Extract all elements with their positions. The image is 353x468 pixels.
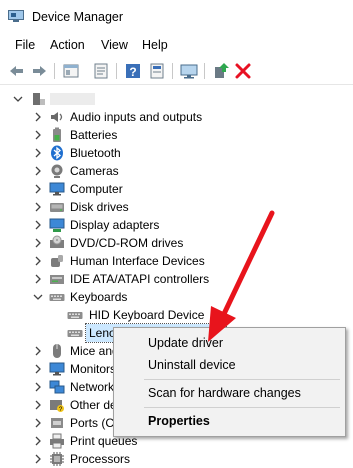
chevron-right-icon[interactable]: [33, 432, 43, 450]
context-update-driver[interactable]: Update driver: [148, 336, 223, 350]
tree-category[interactable]: Processors: [0, 450, 300, 468]
speaker-icon: [49, 109, 65, 125]
window-title: Device Manager: [32, 10, 124, 24]
context-scan-hardware[interactable]: Scan for hardware changes: [148, 386, 301, 400]
toolbar-separator: [54, 63, 55, 79]
menu-file[interactable]: File: [15, 38, 35, 52]
tree-device[interactable]: HID Keyboard Device: [0, 306, 300, 324]
tree-category-label: Audio inputs and outputs: [70, 110, 203, 124]
other-devices-icon: ?: [49, 397, 65, 413]
tree-device-label: HID Keyboard Device: [89, 308, 205, 322]
enable-device-icon[interactable]: [212, 62, 230, 80]
device-manager-app-icon: [8, 10, 24, 23]
title-bar: Device Manager: [0, 0, 353, 32]
tree-category-label: IDE ATA/ATAPI controllers: [70, 272, 210, 286]
menu-view[interactable]: View: [101, 38, 128, 52]
tree-category-label: Display adapters: [70, 218, 160, 232]
chevron-right-icon[interactable]: [33, 342, 43, 360]
tree-category-expanded[interactable]: Keyboards: [0, 288, 300, 306]
tree-root-label: [50, 93, 95, 105]
toolbar-separator: [204, 63, 205, 79]
printer-icon: [49, 433, 65, 449]
menu-help[interactable]: Help: [142, 38, 168, 52]
uninstall-x-icon[interactable]: [234, 62, 252, 80]
chevron-right-icon[interactable]: [33, 450, 43, 468]
tree-category-label: Human Interface Devices: [70, 254, 205, 268]
tree-category[interactable]: Audio inputs and outputs: [0, 108, 300, 126]
disk-icon: [49, 199, 65, 215]
toolbar: ?: [0, 58, 353, 85]
chevron-right-icon[interactable]: [33, 198, 43, 216]
menu-action[interactable]: Action: [50, 38, 85, 52]
tree-category[interactable]: Cameras: [0, 162, 300, 180]
keyboard-icon: [67, 307, 83, 323]
tree-category[interactable]: Bluetooth: [0, 144, 300, 162]
mouse-icon: [49, 343, 65, 359]
context-separator: [144, 379, 340, 380]
display-adapter-icon: [49, 217, 65, 233]
forward-icon[interactable]: [30, 62, 48, 80]
port-icon: [49, 415, 65, 431]
network-icon: [49, 379, 65, 395]
tree-category-label: Cameras: [70, 164, 119, 178]
tree-category[interactable]: Batteries: [0, 126, 300, 144]
tree-category[interactable]: Human Interface Devices: [0, 252, 300, 270]
chevron-right-icon[interactable]: [33, 378, 43, 396]
keyboard-icon: [67, 325, 83, 341]
chevron-right-icon[interactable]: [33, 162, 43, 180]
back-icon[interactable]: [8, 62, 26, 80]
chevron-right-icon[interactable]: [33, 108, 43, 126]
scan-icon[interactable]: [148, 62, 166, 80]
tree-category[interactable]: Disk drives: [0, 198, 300, 216]
help-icon[interactable]: ?: [124, 62, 142, 80]
camera-icon: [49, 163, 65, 179]
ide-icon: [49, 271, 65, 287]
chevron-right-icon[interactable]: [33, 126, 43, 144]
hid-icon: [49, 253, 65, 269]
tree-category-label: Monitors: [70, 362, 117, 376]
toolbar-separator: [116, 63, 117, 79]
tree-category-label: DVD/CD-ROM drives: [70, 236, 184, 250]
tree-category-label: Batteries: [70, 128, 118, 142]
bluetooth-icon: [49, 145, 65, 161]
tree-category-label: Disk drives: [70, 200, 129, 214]
properties-icon[interactable]: [62, 62, 80, 80]
chevron-right-icon[interactable]: [33, 414, 43, 432]
tree-category[interactable]: Computer: [0, 180, 300, 198]
dvd-icon: [49, 235, 65, 251]
tree-root[interactable]: [0, 90, 120, 108]
computer-root-icon: [30, 91, 46, 107]
context-properties[interactable]: Properties: [148, 414, 210, 428]
tree-category[interactable]: DVD/CD-ROM drives: [0, 234, 300, 252]
tree-category-label: Keyboards: [70, 290, 128, 304]
keyboard-icon: [49, 289, 65, 305]
tree-category-label: Computer: [70, 182, 123, 196]
chevron-right-icon[interactable]: [33, 360, 43, 378]
battery-icon: [49, 127, 65, 143]
svg-text:?: ?: [129, 65, 136, 79]
chevron-right-icon[interactable]: [33, 144, 43, 162]
tree-category[interactable]: IDE ATA/ATAPI controllers: [0, 270, 300, 288]
chevron-right-icon[interactable]: [33, 396, 43, 414]
tree-category[interactable]: Display adapters: [0, 216, 300, 234]
context-menu: Update driver Uninstall device Scan for …: [113, 327, 346, 437]
chevron-right-icon[interactable]: [33, 234, 43, 252]
chevron-down-icon[interactable]: [13, 90, 23, 108]
chevron-right-icon[interactable]: [33, 180, 43, 198]
chevron-right-icon[interactable]: [33, 270, 43, 288]
menu-bar: File Action View Help: [0, 36, 353, 56]
toolbar-separator: [172, 63, 173, 79]
chevron-right-icon[interactable]: [33, 252, 43, 270]
tree-category-label: Processors: [70, 452, 131, 466]
computer-icon: [49, 181, 65, 197]
chevron-right-icon[interactable]: [33, 216, 43, 234]
chevron-down-icon[interactable]: [33, 288, 43, 306]
monitor-icon: [49, 361, 65, 377]
update-driver-icon[interactable]: [92, 62, 110, 80]
monitor-icon[interactable]: [180, 62, 198, 80]
context-separator: [144, 407, 340, 408]
tree-category-label: Bluetooth: [70, 146, 121, 160]
context-uninstall-device[interactable]: Uninstall device: [148, 358, 236, 372]
